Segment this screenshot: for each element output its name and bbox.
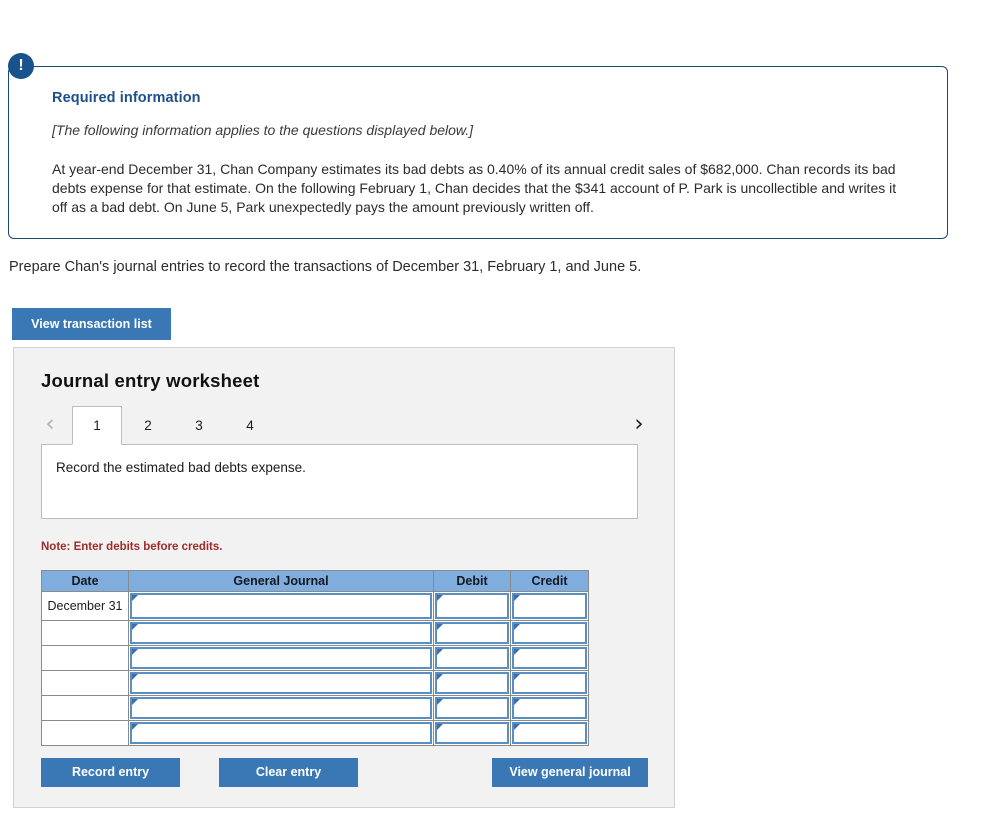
credit-input[interactable]	[512, 697, 587, 719]
credit-input[interactable]	[512, 593, 587, 619]
table-header-row: Date General Journal Debit Credit	[41, 570, 589, 592]
previous-entry-chevron-icon[interactable]: ‹	[39, 408, 61, 440]
page-root: ! Required information [The following in…	[0, 0, 1005, 816]
record-entry-button[interactable]: Record entry	[41, 758, 180, 787]
cell-general-journal[interactable]	[128, 695, 434, 721]
callout-body-text: At year-end December 31, Chan Company es…	[52, 161, 897, 215]
debit-input[interactable]	[435, 622, 509, 644]
cell-credit[interactable]	[510, 645, 589, 671]
required-information-callout: ! Required information [The following in…	[8, 53, 948, 239]
cell-debit[interactable]	[433, 695, 511, 721]
debits-before-credits-note: Note: Enter debits before credits.	[41, 541, 223, 553]
credit-input[interactable]	[512, 672, 587, 694]
table-row	[41, 720, 589, 746]
general-journal-input[interactable]	[130, 697, 432, 719]
debit-input[interactable]	[435, 722, 509, 744]
general-journal-input[interactable]	[130, 593, 432, 619]
debit-input[interactable]	[435, 697, 509, 719]
clear-entry-button[interactable]: Clear entry	[219, 758, 358, 787]
journal-entry-worksheet-panel: Journal entry worksheet ‹ 1 2 3 4 › Reco…	[13, 347, 675, 808]
credit-input[interactable]	[512, 647, 587, 669]
question-prompt: Prepare Chan's journal entries to record…	[9, 259, 642, 275]
cell-credit[interactable]	[510, 720, 589, 746]
cell-date[interactable]: December 31	[41, 591, 129, 621]
cell-debit[interactable]	[433, 670, 511, 696]
view-general-journal-button[interactable]: View general journal	[492, 758, 648, 787]
cell-date[interactable]	[41, 670, 129, 696]
cell-credit[interactable]	[510, 670, 589, 696]
worksheet-title: Journal entry worksheet	[41, 370, 260, 391]
cell-debit[interactable]	[433, 720, 511, 746]
table-row	[41, 670, 589, 696]
cell-general-journal[interactable]	[128, 720, 434, 746]
entry-instruction-box: Record the estimated bad debts expense.	[41, 444, 638, 519]
cell-general-journal[interactable]	[128, 670, 434, 696]
cell-credit[interactable]	[510, 695, 589, 721]
cell-date[interactable]	[41, 620, 129, 646]
callout-italic-note: [The following information applies to th…	[52, 122, 474, 138]
entry-instruction-text: Record the estimated bad debts expense.	[56, 460, 306, 475]
credit-input[interactable]	[512, 622, 587, 644]
cell-debit[interactable]	[433, 620, 511, 646]
exclamation-icon: !	[8, 53, 34, 79]
column-header-debit: Debit	[433, 570, 511, 592]
worksheet-tab-3[interactable]: 3	[174, 406, 224, 445]
cell-credit[interactable]	[510, 620, 589, 646]
table-row	[41, 695, 589, 721]
callout-content: Required information [The following info…	[52, 90, 908, 217]
general-journal-input[interactable]	[130, 622, 432, 644]
debit-input[interactable]	[435, 672, 509, 694]
table-row: December 31	[41, 591, 589, 621]
cell-general-journal[interactable]	[128, 645, 434, 671]
worksheet-tab-bar: ‹ 1 2 3 4 ›	[39, 406, 651, 445]
next-entry-chevron-icon[interactable]: ›	[628, 408, 650, 440]
table-row	[41, 620, 589, 646]
general-journal-input[interactable]	[130, 672, 432, 694]
column-header-date: Date	[41, 570, 129, 592]
cell-general-journal[interactable]	[128, 591, 434, 621]
journal-entry-table: Date General Journal Debit Credit Decemb…	[41, 570, 589, 746]
cell-general-journal[interactable]	[128, 620, 434, 646]
worksheet-tab-4[interactable]: 4	[225, 406, 275, 445]
cell-debit[interactable]	[433, 591, 511, 621]
view-transaction-list-button[interactable]: View transaction list	[12, 308, 171, 340]
cell-date[interactable]	[41, 695, 129, 721]
general-journal-input[interactable]	[130, 647, 432, 669]
cell-debit[interactable]	[433, 645, 511, 671]
debit-input[interactable]	[435, 593, 509, 619]
worksheet-tab-1[interactable]: 1	[72, 406, 122, 445]
column-header-general-journal: General Journal	[128, 570, 434, 592]
credit-input[interactable]	[512, 722, 587, 744]
general-journal-input[interactable]	[130, 722, 432, 744]
worksheet-tab-2[interactable]: 2	[123, 406, 173, 445]
column-header-credit: Credit	[510, 570, 589, 592]
cell-date[interactable]	[41, 720, 129, 746]
callout-title: Required information	[52, 90, 201, 106]
table-row	[41, 645, 589, 671]
debit-input[interactable]	[435, 647, 509, 669]
cell-credit[interactable]	[510, 591, 589, 621]
cell-date[interactable]	[41, 645, 129, 671]
